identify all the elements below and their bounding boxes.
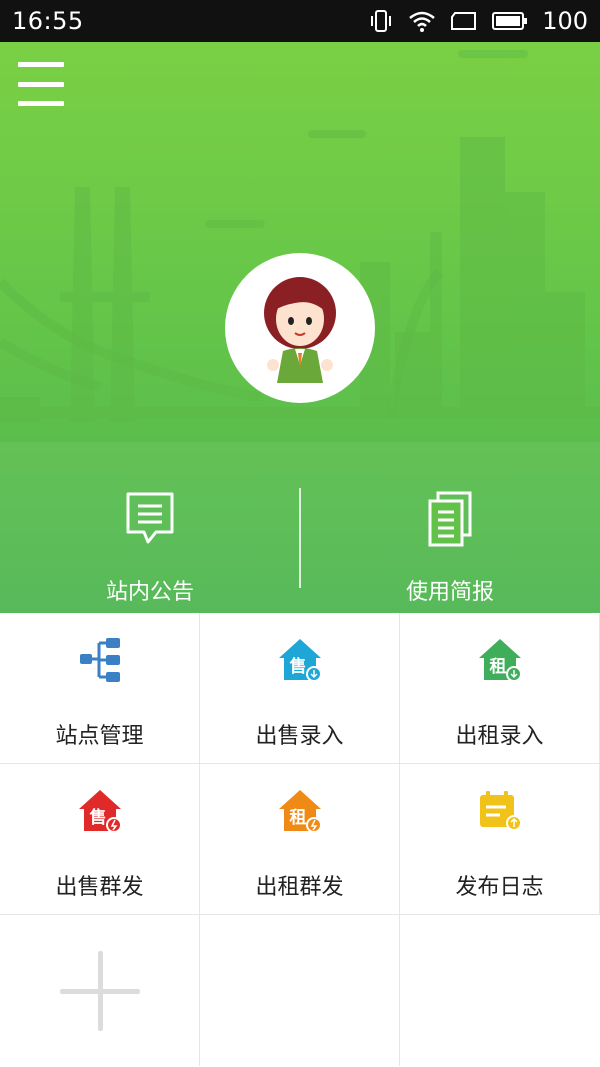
add-plus-icon <box>60 951 140 1031</box>
site-tree-icon <box>79 638 120 682</box>
sale-broadcast-icon: 售 <box>78 790 122 833</box>
empty-tile <box>400 915 600 1066</box>
rent-broadcast-label: 出租群发 <box>255 875 344 900</box>
sale-house-icon: 售 <box>278 639 322 682</box>
sale-broadcast-badge: 售 <box>89 807 106 828</box>
hamburger-menu-icon-bar <box>18 62 64 67</box>
message-document-icon <box>126 492 174 544</box>
site-management-tile[interactable]: 站点管理 <box>0 613 200 764</box>
battery-level: 100 <box>542 7 588 35</box>
publish-log-tile[interactable]: 发布日志 <box>400 764 600 915</box>
vibrate-icon <box>368 8 394 34</box>
wifi-icon <box>408 9 436 33</box>
report-document-icon <box>428 491 472 547</box>
publish-log-label: 发布日志 <box>455 875 544 900</box>
status-bar: 16:55 100 <box>0 0 600 42</box>
announcement-label: 站内公告 <box>105 580 194 605</box>
hamburger-menu-icon-bar <box>18 101 64 106</box>
rent-broadcast-icon: 租 <box>278 790 322 833</box>
cartoon-agent-avatar-icon <box>264 277 336 383</box>
rent-broadcast-tile[interactable]: 租 出租群发 <box>200 764 400 915</box>
sale-broadcast-label: 出售群发 <box>55 875 144 900</box>
header-hero: 站内公告 使用简报 <box>0 42 600 613</box>
rent-broadcast-badge: 租 <box>289 807 306 828</box>
status-time: 16:55 <box>12 7 84 35</box>
site-management-label: 站点管理 <box>55 724 144 749</box>
rent-badge: 租 <box>489 656 506 677</box>
add-function-tile[interactable] <box>0 915 200 1066</box>
screen-icon <box>450 10 478 32</box>
rent-entry-tile[interactable]: 租 出租录入 <box>400 613 600 764</box>
sale-broadcast-tile[interactable]: 售 出售群发 <box>0 764 200 915</box>
menu-button[interactable] <box>18 60 66 108</box>
rent-house-icon: 租 <box>478 639 522 682</box>
quick-actions: 站内公告 使用简报 <box>0 482 600 613</box>
avatar[interactable] <box>225 253 375 403</box>
publish-log-icon <box>479 791 522 831</box>
sale-badge: 售 <box>289 656 306 677</box>
announcement-button[interactable]: 站内公告 <box>0 482 300 613</box>
sale-entry-tile[interactable]: 售 出售录入 <box>200 613 400 764</box>
hamburger-menu-icon-bar <box>18 81 64 87</box>
usage-report-label: 使用简报 <box>405 580 494 605</box>
usage-report-button[interactable]: 使用简报 <box>300 482 600 613</box>
function-grid: 站点管理 售 出售录入 租 出租录入 售 出售群发 租 出租群发 发布日志 <box>0 613 600 1067</box>
status-icons: 100 <box>368 7 588 35</box>
battery-icon <box>492 11 528 31</box>
empty-tile <box>200 915 400 1066</box>
sale-entry-label: 出售录入 <box>255 724 344 749</box>
rent-entry-label: 出租录入 <box>455 724 544 749</box>
